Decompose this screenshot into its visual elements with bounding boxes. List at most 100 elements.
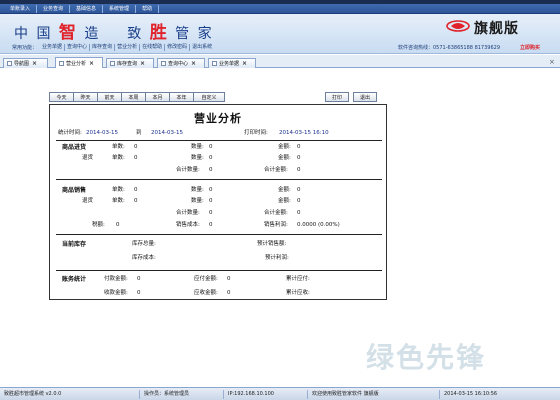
status-app-version: 致胜超市管理系统 v2.0.0	[0, 389, 140, 399]
close-icon[interactable]: ×	[191, 60, 196, 67]
purchase-return-qty: 0	[209, 155, 213, 161]
quick-item-change-password[interactable]: 修改密码	[165, 44, 191, 51]
brand-accent-1: 智	[58, 23, 78, 43]
menu-item-entry[interactable]: 单账录入	[4, 4, 38, 13]
sales-profit: 0.0000 (0.00%)	[297, 222, 340, 228]
paid-amount: 0	[137, 276, 141, 282]
watermark: 绿色先锋	[366, 341, 487, 374]
business-analysis-report: 营业分析 统计时间: 2014-03-15 到 2014-03-15 打印时间:…	[49, 104, 387, 300]
close-icon[interactable]: ×	[242, 60, 247, 67]
divider	[56, 179, 382, 180]
sales-amt-label: 金额:	[278, 187, 291, 193]
today-button[interactable]: 今天	[49, 92, 74, 102]
buy-now-link[interactable]: 立即购买	[520, 44, 540, 51]
status-welcome: 欢迎使用致胜管家软件 旗舰版	[308, 389, 440, 399]
accounts-section-title: 账务统计	[62, 276, 87, 283]
status-bar: 致胜超市管理系统 v2.0.0 操作员：系统管理员 IP:192.168.10.…	[0, 387, 560, 400]
menu-bar: 单账录入 业务查询 基础信息 系统管理 帮助	[0, 4, 560, 14]
payable-label: 应付金额:	[194, 276, 218, 282]
brand-part-1: 中 国	[14, 26, 53, 42]
received-amount: 0	[137, 290, 141, 296]
receivable-amount: 0	[227, 290, 231, 296]
accumulated-receivable-label: 累计应收:	[286, 290, 310, 296]
tab-label: 导航图	[14, 61, 30, 67]
sales-total-qty: 0	[209, 210, 213, 216]
sales-return-count: 0	[134, 198, 138, 204]
quick-functions-label: 常用功能：	[12, 45, 38, 51]
report-title: 营业分析	[194, 112, 242, 125]
print-time-label: 打印时间:	[244, 130, 268, 136]
sales-total-qty-label: 合计数量:	[176, 210, 200, 216]
menu-item-query[interactable]: 业务查询	[37, 4, 71, 13]
quick-item-business-analysis[interactable]: 营业分析	[115, 44, 141, 51]
sales-return-qty-label: 数量:	[191, 198, 204, 204]
paid-label: 付款金额:	[104, 276, 128, 282]
custom-range-button[interactable]: 自定义	[193, 92, 225, 102]
tab-business-analysis[interactable]: 营业分析 ×	[55, 57, 103, 68]
company-logo	[446, 20, 470, 32]
app-header: 中 国 智 造 致 胜 管 家 常用功能： 业务单据 查询中心 库存查询 营业分…	[0, 14, 560, 54]
inventory-total-cost-label: 库存成本:	[132, 255, 156, 261]
tab-query-center[interactable]: 查询中心 ×	[157, 58, 205, 68]
close-icon[interactable]: ×	[32, 60, 37, 67]
sales-return-label: 退货	[82, 198, 94, 204]
sales-return-qty: 0	[209, 198, 213, 204]
close-icon[interactable]: ×	[140, 60, 145, 67]
purchase-total-qty-label: 合计数量:	[176, 167, 200, 173]
sales-qty-label: 数量:	[191, 187, 204, 193]
close-all-tabs-icon[interactable]: ×	[549, 58, 555, 66]
sales-amt: 0	[297, 187, 301, 193]
accumulated-payable-label: 累计应付:	[286, 276, 310, 282]
support-phone: 软件咨询热线：0571-63865188 81739629	[398, 45, 501, 51]
purchase-total-amt: 0	[297, 167, 301, 173]
tab-stock-query[interactable]: 库存查询 ×	[106, 58, 154, 68]
status-datetime: 2014-03-15 16:10:56	[444, 390, 498, 397]
tab-label: 营业分析	[66, 60, 87, 67]
purchase-return-count-label: 单数:	[112, 155, 125, 161]
close-icon[interactable]: ×	[89, 60, 94, 67]
quick-item-exit[interactable]: 退出系统	[190, 44, 214, 51]
sales-return-amt-label: 金额:	[278, 198, 291, 204]
sales-profit-label: 销售利润:	[264, 222, 288, 228]
page-icon	[110, 61, 115, 66]
period-label: 统计时间:	[58, 130, 82, 136]
yesterday-button[interactable]: 昨天	[73, 92, 98, 102]
date-from: 2014-03-15	[86, 130, 118, 136]
quick-item-online-help[interactable]: 在线帮助	[140, 44, 166, 51]
inventory-total-qty-label: 库存总量:	[132, 241, 156, 247]
tab-business-docs[interactable]: 业务单据 ×	[208, 58, 256, 68]
purchase-amt: 0	[297, 144, 301, 150]
purchase-return-amt-label: 金额:	[278, 155, 291, 161]
quick-item-stock-query[interactable]: 库存查询	[90, 44, 116, 51]
day-before-yesterday-button[interactable]: 前天	[97, 92, 122, 102]
menu-item-help[interactable]: 帮助	[136, 4, 160, 13]
print-button[interactable]: 打印	[325, 92, 349, 102]
purchase-return-label: 退货	[82, 155, 94, 161]
purchase-return-amt: 0	[297, 155, 301, 161]
menu-item-basic-info[interactable]: 基础信息	[70, 4, 104, 13]
exit-button[interactable]: 退出	[353, 92, 377, 102]
purchase-qty-label: 数量:	[191, 144, 204, 150]
sales-return-count-label: 单数:	[112, 198, 125, 204]
tab-strip: 导航图 × 营业分析 × 库存查询 × 查询中心 × 业务单据 × ×	[0, 55, 560, 68]
purchase-total-qty: 0	[209, 167, 213, 173]
quick-item-business-docs[interactable]: 业务单据	[40, 44, 66, 51]
this-year-button[interactable]: 本年	[169, 92, 194, 102]
quick-functions-bar: 常用功能： 业务单据 查询中心 库存查询 营业分析 在线帮助 修改密码 退出系统	[12, 44, 214, 51]
print-time: 2014-03-15 16:10	[279, 130, 329, 136]
page-icon	[161, 61, 166, 66]
tab-navigation-map[interactable]: 导航图 ×	[3, 58, 48, 68]
page-icon	[59, 60, 64, 66]
this-week-button[interactable]: 本周	[121, 92, 146, 102]
date-to: 2014-03-15	[151, 130, 183, 136]
brand-title: 中 国 智 造 致 胜 管 家	[14, 18, 214, 43]
period-toolbar: 今天 昨天 前天 本周 本月 本年 自定义	[49, 92, 225, 102]
page-icon	[212, 61, 217, 66]
tab-label: 库存查询	[117, 61, 138, 67]
menu-item-system[interactable]: 系统管理	[103, 4, 137, 13]
sales-cost-label: 销售成本:	[176, 222, 200, 228]
this-month-button[interactable]: 本月	[145, 92, 170, 102]
quick-item-query-center[interactable]: 查询中心	[65, 44, 91, 51]
date-to-label: 到	[136, 130, 142, 136]
status-ip: IP:192.168.10.100	[224, 389, 308, 399]
